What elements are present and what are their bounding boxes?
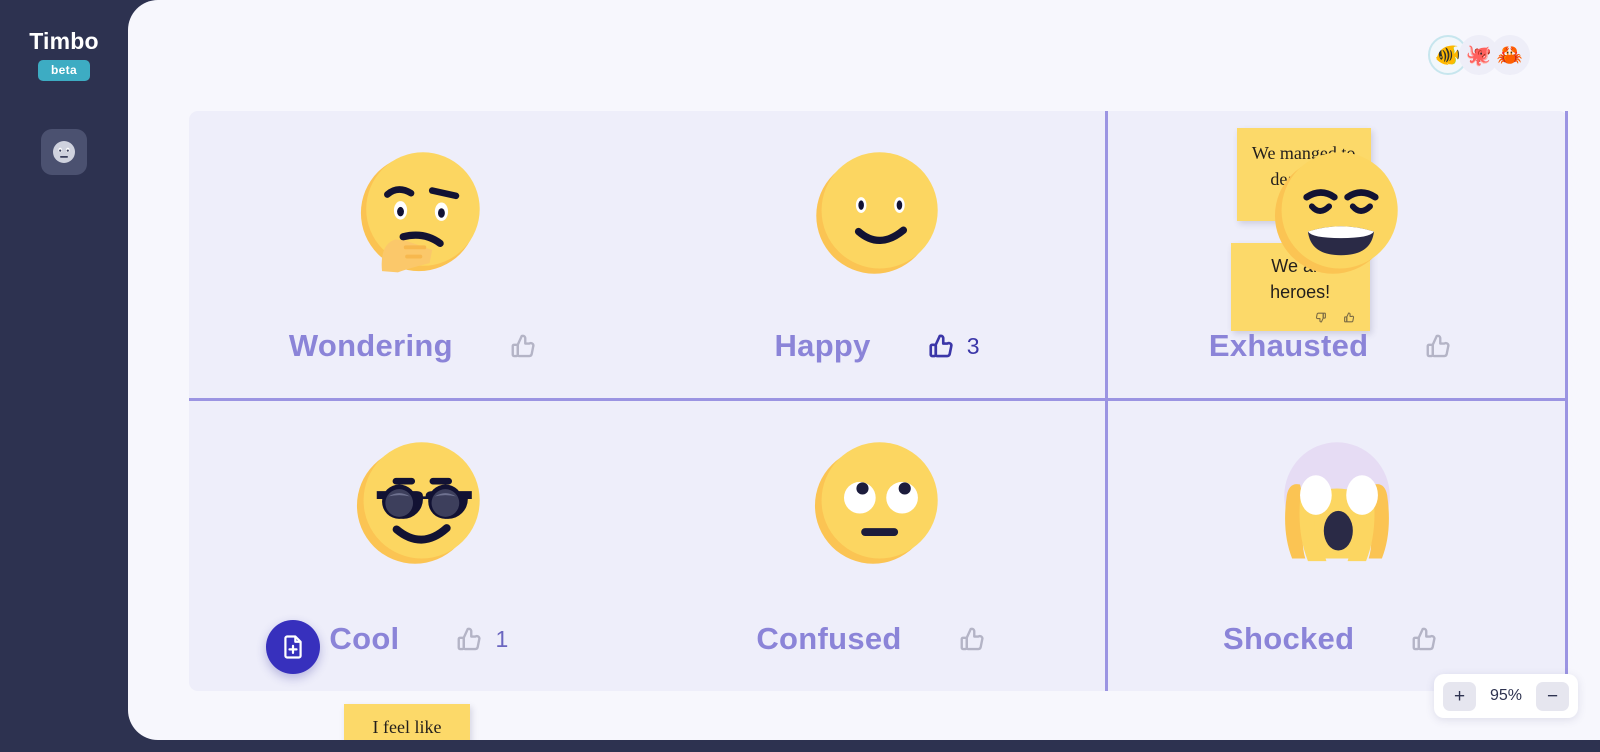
cell-footer-confused: Confused <box>649 621 1106 657</box>
crab-avatar[interactable]: 🦀 <box>1490 35 1530 75</box>
add-note-button[interactable] <box>266 620 320 674</box>
weary-face-emoji <box>1274 152 1398 274</box>
board-cell-happy[interactable]: Happy 3 We manged to deal this! <box>648 111 1371 401</box>
rolling-eyes-face-emoji <box>814 442 938 564</box>
category-label-wondering: Wondering <box>288 328 453 363</box>
like-count-cool: 1 <box>495 625 509 652</box>
like-button-shocked[interactable] <box>1410 624 1450 654</box>
thumbs-up-icon <box>511 334 535 358</box>
note-text: I feel like superman <box>372 717 442 737</box>
cell-footer-happy: Happy 3 <box>649 328 1106 364</box>
app-root: Timbo beta 🐠 🐙 🦀 Wondering Happy 3 We ma… <box>0 0 1600 752</box>
board-cell-confused[interactable]: Confused <box>649 401 1109 691</box>
like-count-happy: 3 <box>966 332 980 359</box>
thumbs-up-icon <box>1412 627 1436 651</box>
presence-avatars: 🐠 🐙 🦀 <box>1428 35 1530 75</box>
zoom-in-button[interactable]: + <box>1443 681 1476 711</box>
thumbs-up-icon <box>960 627 984 651</box>
cool-sunglasses-face-emoji <box>356 442 480 564</box>
like-button-confused[interactable] <box>958 624 998 654</box>
zoom-control: + 95% − <box>1434 674 1578 718</box>
category-label-shocked: Shocked <box>1223 621 1355 656</box>
app-logo: Timbo beta <box>29 30 99 81</box>
like-button-cool[interactable]: 1 <box>455 624 508 654</box>
logo-text: Timbo <box>29 28 99 54</box>
thumbs-up-icon <box>1426 334 1450 358</box>
neutral-face-icon <box>53 141 75 163</box>
fish-icon: 🐠 <box>1434 43 1462 67</box>
cell-footer-shocked: Shocked <box>1108 621 1565 657</box>
thumbs-up-icon <box>458 627 481 651</box>
cell-footer-wondering: Wondering <box>189 328 649 364</box>
like-button-exhausted[interactable] <box>1424 331 1464 361</box>
category-label-confused: Confused <box>756 621 902 656</box>
category-label-cool: Cool <box>329 621 400 656</box>
beta-badge: beta <box>38 60 90 81</box>
main-panel: 🐠 🐙 🦀 Wondering Happy 3 We manged deal W… <box>128 0 1600 740</box>
screaming-face-emoji <box>1283 442 1390 562</box>
board-cell-wondering[interactable]: Wondering <box>189 111 649 401</box>
slightly-smiling-face-emoji <box>816 152 938 274</box>
board-cell-cool[interactable]: Cool 1 I feel like superman <box>189 401 649 740</box>
sidebar-board-button[interactable] <box>41 129 87 175</box>
thinking-face-emoji <box>360 152 480 273</box>
cell-footer-exhausted: Exhausted <box>1108 328 1565 364</box>
board-cell-shocked[interactable]: Shocked <box>1108 401 1568 691</box>
sidebar: Timbo beta <box>0 0 128 752</box>
like-button-happy[interactable]: 3 <box>927 331 980 361</box>
crab-icon: 🦀 <box>1496 43 1524 67</box>
thumbs-up-icon <box>929 334 953 358</box>
sticky-note[interactable]: I feel like superman <box>344 704 470 740</box>
like-button-wondering[interactable] <box>509 331 549 361</box>
document-plus-icon <box>284 635 302 659</box>
emotion-board: Wondering Happy 3 We manged deal We are … <box>189 111 1568 740</box>
cell-footer-cool: Cool 1 <box>189 621 649 657</box>
zoom-level-label: 95% <box>1489 687 1523 704</box>
board-cell-exhausted[interactable]: Exhausted <box>1108 111 1568 401</box>
zoom-out-button[interactable]: − <box>1536 681 1569 711</box>
octopus-icon: 🐙 <box>1465 43 1493 67</box>
category-label-happy: Happy <box>774 328 871 363</box>
category-label-exhausted: Exhausted <box>1208 328 1369 363</box>
